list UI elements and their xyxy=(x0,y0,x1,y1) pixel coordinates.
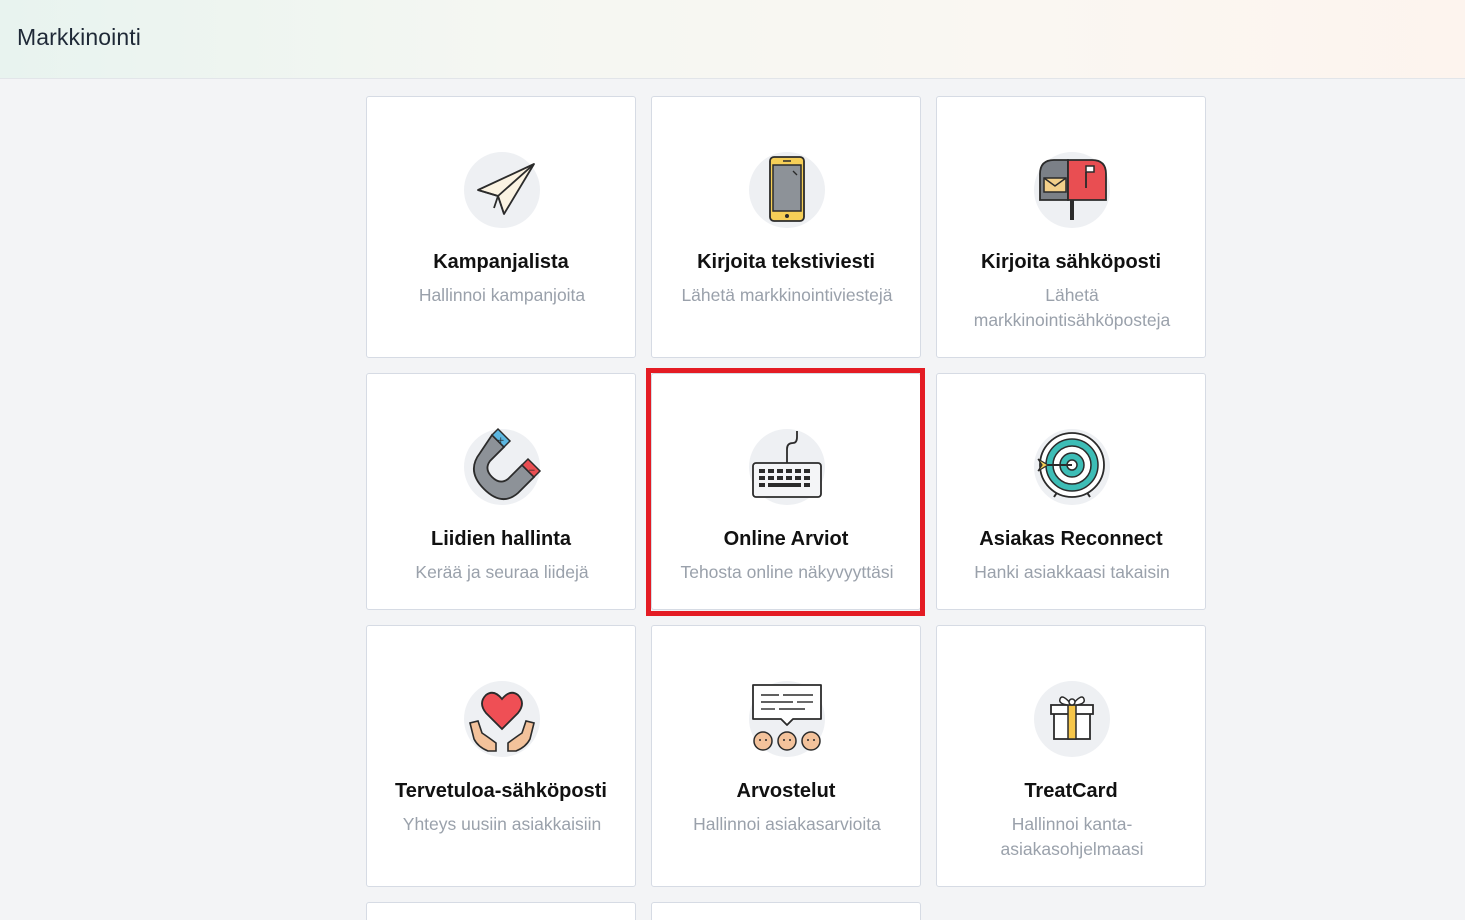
card-subtitle: Lähetä markkinointisähköposteja xyxy=(973,285,1171,330)
card-subtitle: Hallinnoi kampanjoita xyxy=(418,285,586,305)
card-asiakas-reconnect[interactable]: Asiakas Reconnect Hanki asiakkaasi takai… xyxy=(936,373,1206,610)
gift-icon xyxy=(1034,681,1110,757)
svg-text:+: + xyxy=(497,436,505,446)
card-partial[interactable] xyxy=(366,902,636,920)
mailbox-icon xyxy=(1034,152,1110,228)
card-subtitle: Hallinnoi kanta-asiakasohjelmaasi xyxy=(1000,814,1144,859)
keyboard-icon xyxy=(749,429,825,505)
card-subtitle: Hallinnoi asiakasarvioita xyxy=(693,814,881,834)
page-header: Markkinointi xyxy=(0,0,1465,79)
card-liidien-hallinta[interactable]: + − Liidien hallinta Kerää ja seuraa lii… xyxy=(366,373,636,610)
magnet-icon: + − xyxy=(464,427,542,505)
card-subtitle: Hanki asiakkaasi takaisin xyxy=(974,562,1170,582)
card-title: Arvostelut xyxy=(736,780,836,802)
card-subtitle: Yhteys uusiin asiakkaisiin xyxy=(402,814,602,834)
card-kampanjalista[interactable]: Kampanjalista Hallinnoi kampanjoita xyxy=(366,96,636,358)
card-partial[interactable] xyxy=(651,902,921,920)
card-title: Kirjoita sähköposti xyxy=(980,251,1162,273)
heart-hands-icon xyxy=(464,681,540,757)
card-title: Online Arviot xyxy=(723,528,849,550)
card-arvostelut[interactable]: Arvostelut Hallinnoi asiakasarvioita xyxy=(651,625,921,887)
card-title: Asiakas Reconnect xyxy=(979,528,1163,550)
card-title: Kampanjalista xyxy=(433,251,569,273)
svg-text:−: − xyxy=(528,466,536,476)
card-title: Kirjoita tekstiviesti xyxy=(697,251,875,273)
target-icon xyxy=(1034,429,1110,505)
card-tervetuloa-sahkoposti[interactable]: Tervetuloa-sähköposti Yhteys uusiin asia… xyxy=(366,625,636,887)
reviews-icon xyxy=(749,681,825,757)
smartphone-icon xyxy=(749,152,825,228)
card-subtitle: Kerää ja seuraa liidejä xyxy=(415,562,589,582)
card-kirjoita-sahkoposti[interactable]: Kirjoita sähköposti Lähetä markkinointis… xyxy=(936,96,1206,358)
card-title: Liidien hallinta xyxy=(430,528,571,550)
paper-plane-icon xyxy=(464,152,540,228)
card-subtitle: Lähetä markkinointiviestejä xyxy=(681,285,893,305)
card-online-arviot[interactable]: Online Arviot Tehosta online näkyvyyttäs… xyxy=(651,373,921,610)
card-title: TreatCard xyxy=(1024,780,1118,802)
card-title: Tervetuloa-sähköposti xyxy=(395,780,607,802)
card-subtitle: Tehosta online näkyvyyttäsi xyxy=(680,562,894,582)
card-treatcard[interactable]: TreatCard Hallinnoi kanta-asiakasohjelma… xyxy=(936,625,1206,887)
card-kirjoita-tekstiviesti[interactable]: Kirjoita tekstiviesti Lähetä markkinoint… xyxy=(651,96,921,358)
page-title: Markkinointi xyxy=(17,24,141,50)
